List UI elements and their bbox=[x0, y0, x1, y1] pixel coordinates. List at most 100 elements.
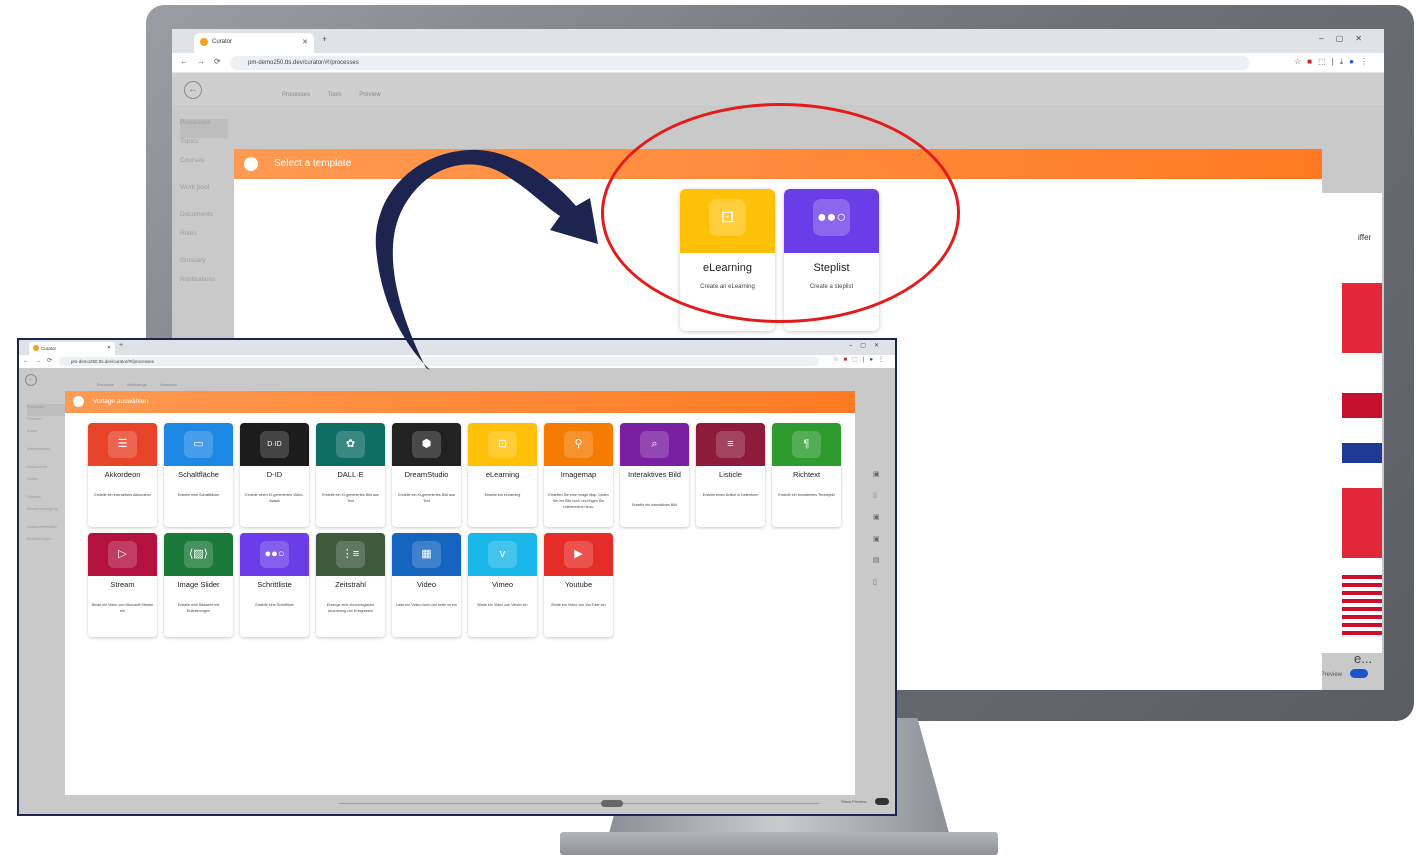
new-tab-button[interactable]: + bbox=[119, 342, 123, 349]
template-card-name: Schrittliste bbox=[257, 580, 292, 589]
show-preview-toggle[interactable] bbox=[875, 798, 889, 805]
header-tab-processes[interactable]: Prozesse bbox=[97, 382, 114, 387]
template-card-name: Schaltfläche bbox=[178, 470, 219, 479]
window-controls[interactable]: –▢✕ bbox=[1319, 34, 1374, 43]
sidebar-item-settings[interactable]: Einstellungen bbox=[27, 536, 65, 548]
header-tab-preview[interactable]: Vorschau bbox=[160, 382, 177, 387]
template-card-description: Erstelle eine Schaltfläche bbox=[177, 493, 220, 497]
preview-flag-block bbox=[1342, 283, 1382, 353]
header-tab-tools[interactable]: Werkzeuge bbox=[127, 382, 147, 387]
template-card-banner: ⬢ bbox=[392, 423, 461, 466]
template-card-banner: ≡ bbox=[696, 423, 765, 466]
template-card-description: Erstelle ein KI-generiertes Bild aus Tex… bbox=[322, 493, 379, 503]
curator-app: ← Prozesse Werkzeuge Vorschau Prozesse T… bbox=[19, 368, 895, 814]
template-card-richtext[interactable]: ¶ Richtext Erstelle ein formatiertes Texto… bbox=[772, 423, 841, 527]
template-card-name: Akkordeon bbox=[104, 470, 141, 479]
browser-nav-buttons[interactable]: ←→⟳ bbox=[23, 357, 58, 364]
video-icon: ▦ bbox=[412, 541, 441, 568]
browser-tab[interactable]: Curator ✕ bbox=[29, 342, 115, 355]
browser-extension-icons[interactable]: ☆■⬚|⤓●⋮ bbox=[1294, 57, 1374, 67]
preview-flag-block bbox=[1342, 443, 1382, 463]
sidebar-item-document-list[interactable]: Dokumentenliste bbox=[27, 524, 65, 536]
template-card-description: Erstellen Sie eine Image Map. Laden Sie … bbox=[548, 493, 609, 509]
sidebar-item-glossary[interactable]: Glossar bbox=[27, 494, 65, 506]
sidebar-item-notifications[interactable]: Notifications bbox=[180, 276, 228, 295]
sidebar-item-topics[interactable]: Themen bbox=[27, 416, 65, 428]
sidebar-item-courses[interactable]: Courses bbox=[180, 157, 228, 176]
sidebar-item-notifications[interactable]: Benachrichtigung bbox=[27, 506, 65, 518]
template-card-listicle[interactable]: ≡ Listicle Erstelle einen Artikel in Liste… bbox=[696, 423, 765, 527]
template-card-image-slider[interactable]: ⟨▨⟩ Image Slider Erstelle eine Bildserie m… bbox=[164, 533, 233, 637]
header-tab-tools[interactable]: Tools bbox=[328, 92, 342, 98]
template-card-description: Erstelle ein interaktives Akkordeon bbox=[94, 493, 151, 497]
browser-extension-icons[interactable]: ☆■⬚|●⋮ bbox=[833, 356, 889, 363]
template-card-youtube[interactable]: ▶ Youtube Binde ein Video von YouTube ein bbox=[544, 533, 613, 637]
sidebar-item-roles[interactable]: Rollen bbox=[27, 476, 65, 488]
interactive-image-icon: ⌕ bbox=[640, 431, 669, 458]
dreamstudio-icon: ⬢ bbox=[412, 431, 441, 458]
template-card-stream[interactable]: ▷ Stream Binde ein Video von Microsoft Str… bbox=[88, 533, 157, 637]
close-tab-icon[interactable]: ✕ bbox=[302, 38, 308, 46]
template-card-schrittliste[interactable]: ●●○ Schrittliste Erstelle eine Schrittlist… bbox=[240, 533, 309, 637]
timeline-handle[interactable] bbox=[601, 800, 623, 807]
elearning-icon: ⊡ bbox=[488, 431, 517, 458]
template-card-schaltfl-che[interactable]: ▭ Schaltfläche Erstelle eine Schaltfläche bbox=[164, 423, 233, 527]
template-card-dall-e[interactable]: ✿ DALL·E Erstelle ein KI-generiertes Bild … bbox=[316, 423, 385, 527]
template-card-video[interactable]: ▦ Video Lade ein Video hoch und bette es e… bbox=[392, 533, 461, 637]
sidebar-item-work-pool[interactable]: Arbeitsvorrat bbox=[27, 446, 65, 458]
template-card-banner: D·ID bbox=[240, 423, 309, 466]
template-card-description: Erstelle einen KI-generierten Video-Avat… bbox=[245, 493, 304, 503]
side-toolbar-icons[interactable]: ▣ ⁞⁞ ▣ ▣ ▤ ▯ bbox=[873, 464, 883, 593]
new-tab-button[interactable]: + bbox=[322, 34, 327, 44]
sidebar-item-documents[interactable]: Documents bbox=[180, 211, 228, 230]
header-tab-preview[interactable]: Preview bbox=[359, 92, 380, 98]
template-card-description: Erstelle eine Bildserie mit Erläuterunge… bbox=[177, 603, 220, 613]
sidebar-item-roles[interactable]: Roles bbox=[180, 230, 228, 249]
template-card-description: Erstelle ein formatiertes Textobjekt bbox=[778, 493, 835, 497]
back-arrow-icon[interactable]: ← bbox=[184, 81, 202, 99]
template-card-description: Binde ein Video von YouTube ein bbox=[551, 603, 606, 607]
template-card-elearning[interactable]: ⊡ eLearning Erstelle ein eLearning bbox=[468, 423, 537, 527]
template-card-banner: ⊡ bbox=[468, 423, 537, 466]
template-card-akkordeon[interactable]: ☰ Akkordeon Erstelle ein interaktives Akko… bbox=[88, 423, 157, 527]
back-arrow-icon[interactable]: ← bbox=[25, 374, 37, 386]
browser-tab-title: Curator bbox=[212, 39, 233, 45]
header-tab-processes[interactable]: Processes bbox=[282, 92, 310, 98]
template-card-d-id[interactable]: D·ID D-ID Erstelle einen KI-generierten Vi… bbox=[240, 423, 309, 527]
template-card-dreamstudio[interactable]: ⬢ DreamStudio Erstelle ein KI-generiertes … bbox=[392, 423, 461, 527]
template-card-name: Stream bbox=[110, 580, 135, 589]
browser-tabbar: Curator ✕ + –▢✕ bbox=[19, 340, 895, 355]
address-bar[interactable]: pm-demo250.tts.dev/curator/#!/processes bbox=[59, 357, 819, 366]
vimeo-icon: v bbox=[488, 541, 517, 568]
template-card-zeitstrahl[interactable]: ⋮≡ Zeitstrahl Erzeuge eine chronologische … bbox=[316, 533, 385, 637]
sidebar-item-glossary[interactable]: Glossary bbox=[180, 257, 228, 276]
browser-toolbar: ←→⟳ pm-demo250.tts.dev/curator/#!/proces… bbox=[19, 355, 895, 368]
sidebar-item-documents[interactable]: Dokumente bbox=[27, 464, 65, 476]
template-card-imagemap[interactable]: ⚲ Imagemap Erstellen Sie eine Image Map. L… bbox=[544, 423, 613, 527]
template-card-vimeo[interactable]: v Vimeo Binde ein Video von Vimeo ein bbox=[468, 533, 537, 637]
template-card-banner: ☰ bbox=[88, 423, 157, 466]
close-tab-icon[interactable]: ✕ bbox=[107, 345, 111, 351]
dialog-title: Vorlage auswählen bbox=[93, 398, 148, 405]
template-card-banner: ⋮≡ bbox=[316, 533, 385, 576]
sidebar-item-topics[interactable]: Topics bbox=[180, 138, 228, 157]
sidebar-item-processes[interactable]: Prozesse bbox=[27, 404, 65, 416]
template-card-description: Erstelle ein interaktives Bild bbox=[631, 503, 678, 507]
show-preview-toggle[interactable] bbox=[1350, 669, 1368, 678]
sidebar-item-courses[interactable]: Kurse bbox=[27, 428, 65, 440]
template-card-name: Image Slider bbox=[177, 580, 220, 589]
template-card-interaktives-bild[interactable]: ⌕ Interaktives Bild Erstelle ein interakti… bbox=[620, 423, 689, 527]
curator-favicon-icon bbox=[33, 345, 39, 351]
preview-text-fragment: iffer bbox=[1358, 233, 1372, 242]
sidebar-item-work-pool[interactable]: Work pool bbox=[180, 184, 228, 203]
openai-icon: ✿ bbox=[336, 431, 365, 458]
browser-tab[interactable]: Curator ✕ bbox=[194, 33, 314, 53]
sidebar-nav: Prozesse Themen Kurse Arbeitsvorrat Doku… bbox=[27, 404, 65, 548]
sidebar-item-processes[interactable]: Processes bbox=[180, 119, 228, 138]
address-bar[interactable]: pm-demo250.tts.dev/curator/#!/processes bbox=[230, 56, 1250, 70]
app-header-tabs: Processes Tools Preview bbox=[282, 92, 397, 98]
preview-flag-stripes bbox=[1342, 575, 1382, 635]
browser-nav-buttons[interactable]: ←→⟳ bbox=[180, 57, 230, 66]
template-card-banner: ●●○ bbox=[240, 533, 309, 576]
window-controls[interactable]: –▢✕ bbox=[849, 342, 887, 349]
